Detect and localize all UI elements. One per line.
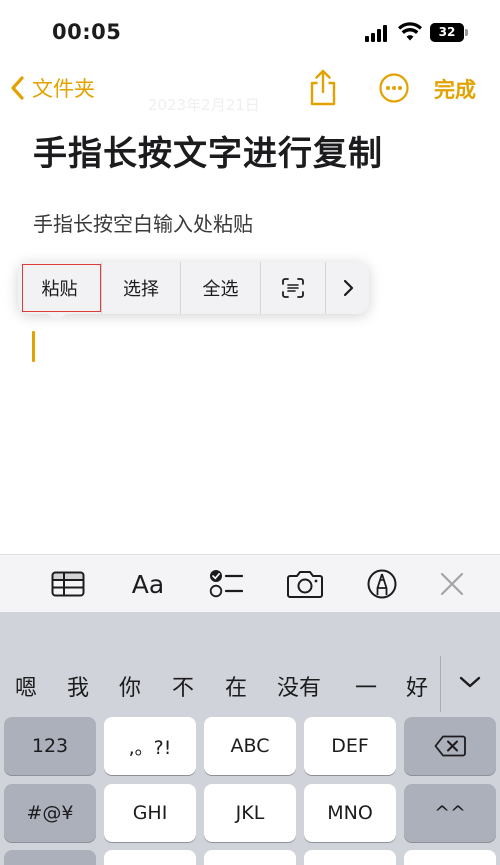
chevron-down-icon[interactable] [456,670,484,694]
camera-icon[interactable] [286,567,324,601]
more-options-icon[interactable] [378,72,410,104]
note-body-text[interactable]: 手指长按空白输入处粘贴 [33,208,253,237]
menu-more-button[interactable] [326,262,369,314]
key-mno[interactable]: MNO [304,784,396,842]
key-123[interactable]: 123 [4,717,96,775]
select-all-button[interactable]: 全选 [181,262,261,314]
candidate-word[interactable]: 我 [67,670,89,702]
edit-context-menu: 粘贴 选择 全选 [18,262,369,314]
key-jkl[interactable]: JKL [204,784,296,842]
chevron-left-icon [11,76,24,100]
key-emoticon[interactable]: ^^ [404,784,496,842]
done-button[interactable]: 完成 [434,74,476,104]
chevron-right-icon [343,279,353,297]
status-time: 00:05 [52,20,122,44]
cellular-signal-icon [365,24,389,42]
battery-icon: 32 [430,23,468,42]
scan-text-icon [282,278,304,298]
note-title[interactable]: 手指长按文字进行复制 [33,126,383,175]
candidate-word[interactable]: 一 [355,670,377,702]
key-abc[interactable]: ABC [204,717,296,775]
markup-pen-icon[interactable] [366,567,398,601]
faded-date-label: 2023年2月21日 [148,96,260,114]
candidate-word[interactable]: 好 [406,670,428,702]
notes-toolbar: Aa [0,554,500,612]
share-icon[interactable] [306,68,340,108]
select-all-label: 全选 [202,279,239,300]
candidate-word[interactable]: 嗯 [15,670,37,702]
candidate-word[interactable]: 在 [225,670,247,702]
select-button[interactable]: 选择 [102,262,181,314]
text-cursor [32,331,35,362]
backspace-icon [434,735,466,757]
candidate-word[interactable]: 你 [119,670,141,702]
key-symbols[interactable]: #@¥ [4,784,96,842]
key-punctuation[interactable]: ,。?! [104,717,196,775]
key-row3-partial[interactable] [104,850,196,865]
close-icon[interactable] [438,567,466,601]
text-format-icon[interactable]: Aa [128,567,168,601]
checklist-icon[interactable] [208,567,244,601]
candidate-word[interactable]: 不 [172,670,194,702]
key-row3-partial[interactable] [4,850,96,865]
key-row3-partial[interactable] [204,850,296,865]
key-row3-partial[interactable] [304,850,396,865]
status-bar: 00:05 32 [0,0,500,66]
candidate-divider [440,656,441,712]
candidate-bar: 嗯 我 你 不 在 没有 一 好 [0,656,500,706]
back-button-label: 文件夹 [32,77,95,101]
battery-percentage: 32 [438,25,456,39]
back-button[interactable]: 文件夹 [8,70,95,106]
paste-highlight-box [22,264,101,312]
paste-button[interactable]: 粘贴 [18,262,102,314]
key-def[interactable]: DEF [304,717,396,775]
delete-key[interactable] [404,717,496,775]
key-ghi[interactable]: GHI [104,784,196,842]
select-label: 选择 [123,279,159,300]
keyboard: 嗯 我 你 不 在 没有 一 好 123 ,。?! ABC DEF #@¥ GH… [0,612,500,865]
candidate-word[interactable]: 没有 [277,670,321,702]
wifi-icon [398,22,422,41]
menu-pointer [46,312,68,322]
scan-text-button[interactable] [261,262,326,314]
key-row3-partial[interactable] [404,850,496,865]
table-icon[interactable] [50,567,86,601]
